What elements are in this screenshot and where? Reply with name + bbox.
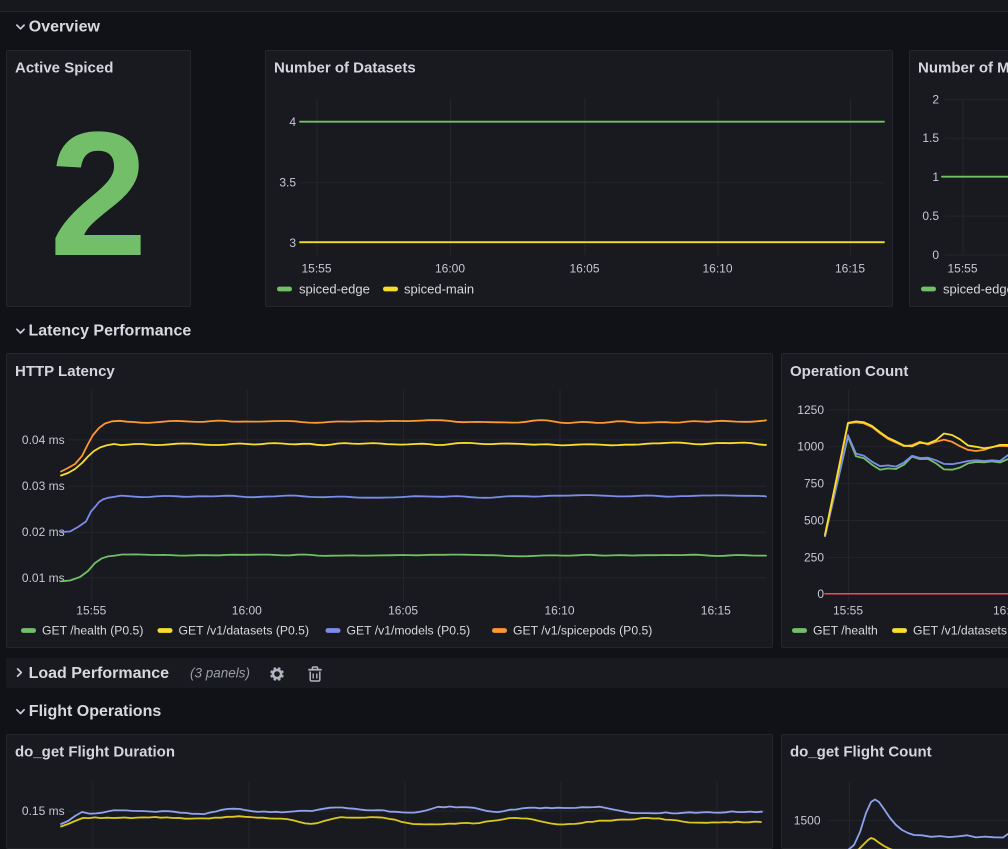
svg-text:GET /health (P0.5): GET /health (P0.5)	[42, 624, 143, 638]
svg-text:2: 2	[932, 92, 939, 106]
svg-text:do_get Flight Duration: do_get Flight Duration	[15, 743, 175, 760]
svg-text:16:15: 16:15	[835, 262, 865, 276]
svg-text:do_get Flight Count: do_get Flight Count	[790, 743, 932, 760]
svg-text:0: 0	[817, 587, 824, 601]
svg-text:1.5: 1.5	[922, 131, 939, 145]
svg-text:Active Spiced: Active Spiced	[15, 59, 113, 76]
svg-text:0.15 ms: 0.15 ms	[22, 804, 65, 818]
svg-text:1250: 1250	[797, 403, 824, 417]
svg-text:0: 0	[932, 248, 939, 262]
svg-text:250: 250	[804, 550, 824, 564]
svg-text:Number of Models: Number of Models	[918, 59, 1008, 76]
svg-text:15:55: 15:55	[833, 603, 863, 617]
svg-text:3: 3	[289, 236, 296, 250]
svg-text:Load Performance: Load Performance	[29, 665, 170, 682]
svg-text:500: 500	[804, 513, 824, 527]
svg-text:16:10: 16:10	[544, 603, 574, 617]
svg-text:GET /v1/models (P0.5): GET /v1/models (P0.5)	[347, 624, 471, 638]
svg-text:spiced-main: spiced-main	[404, 282, 474, 297]
svg-text:1: 1	[932, 170, 939, 184]
svg-text:15:55: 15:55	[947, 262, 977, 276]
svg-text:16:00: 16:00	[435, 262, 465, 276]
svg-text:16:00: 16:00	[232, 603, 262, 617]
svg-text:4: 4	[289, 115, 296, 129]
svg-text:GET /health: GET /health	[813, 624, 878, 638]
svg-text:HTTP Latency: HTTP Latency	[15, 363, 115, 380]
svg-text:16:00: 16:00	[993, 603, 1008, 617]
svg-text:GET /v1/datasets: GET /v1/datasets	[913, 624, 1007, 638]
svg-text:GET /v1/spicepods (P0.5): GET /v1/spicepods (P0.5)	[513, 624, 652, 638]
svg-text:15:55: 15:55	[76, 603, 106, 617]
svg-text:0.03 ms: 0.03 ms	[22, 479, 65, 493]
svg-text:GET /v1/datasets (P0.5): GET /v1/datasets (P0.5)	[179, 624, 310, 638]
svg-text:16:10: 16:10	[702, 262, 732, 276]
svg-text:16:05: 16:05	[569, 262, 599, 276]
svg-text:spiced-edge: spiced-edge	[299, 282, 370, 297]
svg-text:3.5: 3.5	[279, 176, 296, 190]
svg-text:0.01 ms: 0.01 ms	[22, 571, 65, 585]
svg-text:0.04 ms: 0.04 ms	[22, 433, 65, 447]
svg-text:(3 panels): (3 panels)	[190, 666, 250, 681]
svg-text:0.5: 0.5	[922, 209, 939, 223]
svg-text:Flight Operations: Flight Operations	[29, 703, 162, 720]
svg-text:0.02 ms: 0.02 ms	[22, 525, 65, 539]
svg-text:1500: 1500	[794, 813, 821, 827]
svg-text:16:15: 16:15	[701, 603, 731, 617]
svg-text:1000: 1000	[797, 440, 824, 454]
svg-text:Operation Count: Operation Count	[790, 363, 908, 380]
svg-text:Overview: Overview	[29, 18, 101, 35]
svg-text:Number of Datasets: Number of Datasets	[274, 59, 416, 76]
svg-text:Latency Performance: Latency Performance	[29, 323, 192, 340]
svg-text:750: 750	[804, 477, 824, 491]
svg-text:15:55: 15:55	[301, 262, 331, 276]
svg-text:spiced-edge: spiced-edge	[943, 282, 1008, 297]
svg-text:16:05: 16:05	[388, 603, 418, 617]
